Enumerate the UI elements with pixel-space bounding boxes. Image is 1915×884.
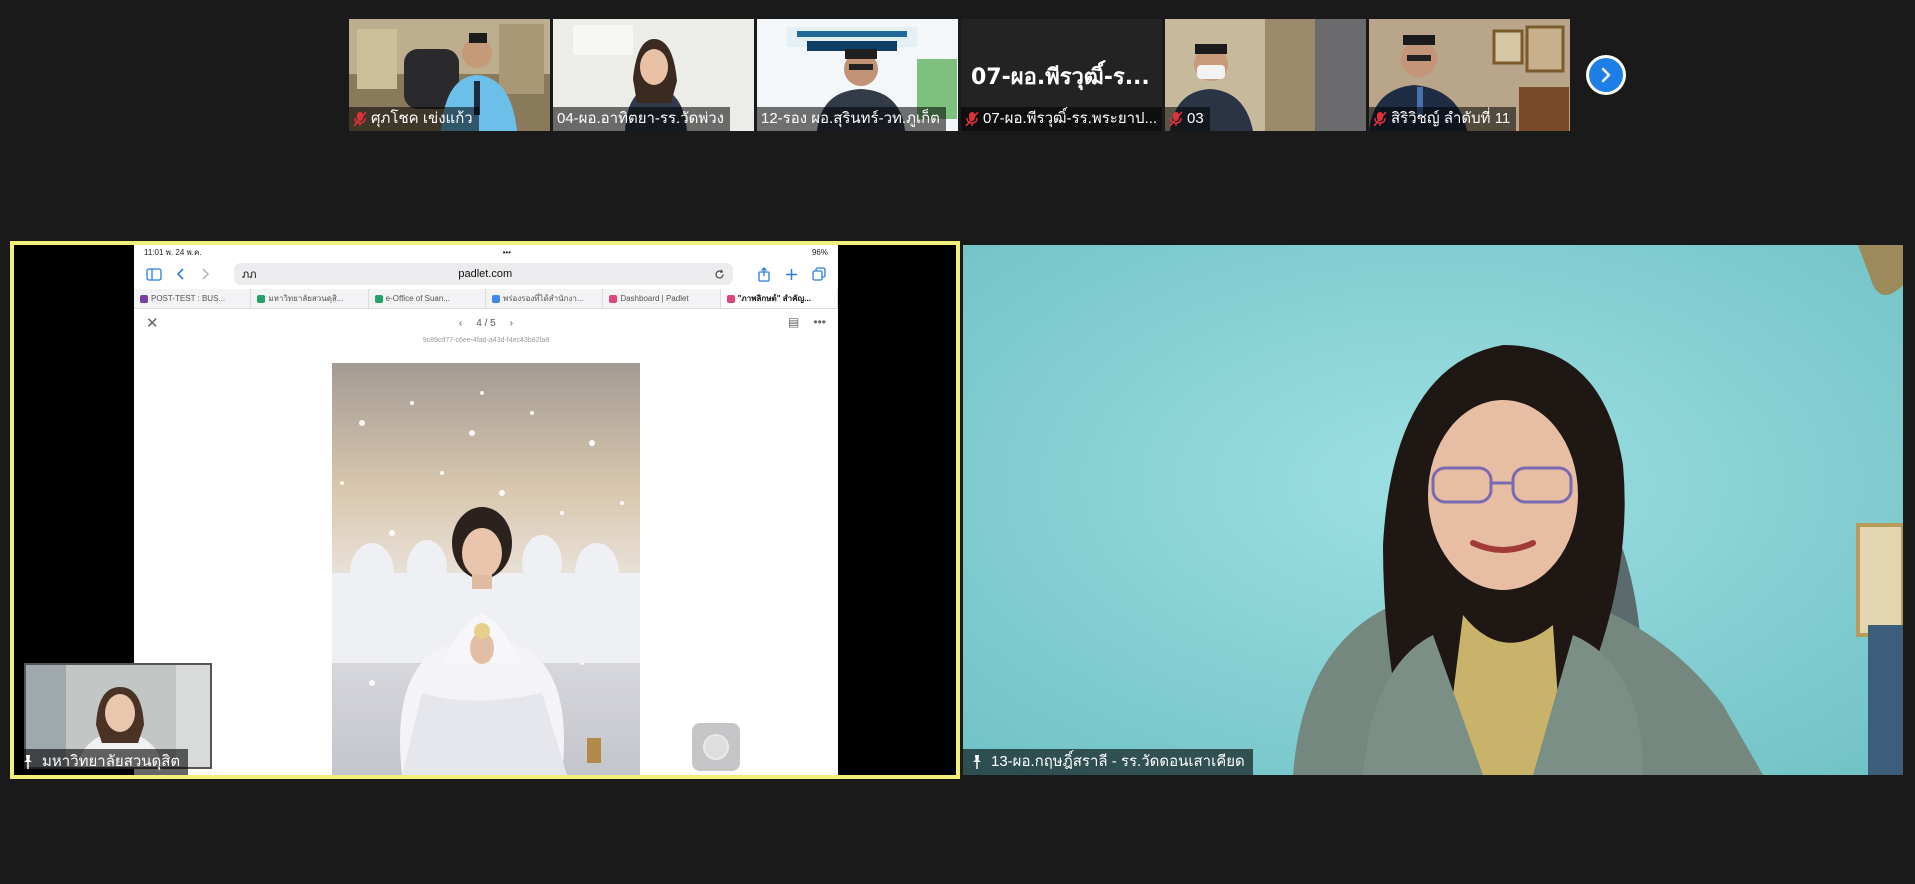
tab-favicon-icon [726,294,735,303]
participant-name-tag: 07-ผอ.พีรวุฒิ์-รร.พระยาป... [961,107,1162,131]
tabs-overview-icon[interactable] [812,267,826,281]
participant-name-tag: 12-รอง ผอ.สุรินทร์-วท.ภูเก็ต [757,107,946,131]
browser-tabs: POST-TEST : BUS... มหาวิทยาลัยสวนดุสิ...… [134,289,838,309]
browser-tab[interactable]: POST-TEST : BUS... [134,289,252,308]
browser-tab[interactable]: มหาวิทยาลัยสวนดุสิ... [251,289,369,308]
participant-thumbnail[interactable]: 03 [1165,19,1366,131]
participant-name-tag: 13-ผอ.กฤษฎิ์สราลี - รร.วัดดอนเสาเคียด [963,749,1253,775]
participant-name-tag: 03 [1165,107,1210,131]
active-speaker-tile[interactable]: 11:01 พ. 24 พ.ค. ••• 96% ภภ padlet.com P… [10,241,960,779]
sidebar-icon[interactable] [146,267,162,281]
video-feed [963,245,1903,775]
participant-name: ศุภโชค เข่งแก้ว [371,110,473,127]
participant-display-name: 07-ผอ.พีรวุฒิ์-ร... [971,65,1150,90]
url-domain: padlet.com [458,268,513,280]
participant-name-tag: 04-ผอ.อาทิตยา-รร.วัดพ่วง [553,107,730,131]
browser-toolbar: ภภ padlet.com [134,259,838,289]
browser-tab[interactable]: พร่องรองที่ได้สำนักงา... [486,289,604,308]
browser-tab[interactable]: e-Office of Suan... [369,289,486,308]
status-battery: 96% [811,247,828,257]
participant-thumbnail[interactable]: 12-รอง ผอ.สุรินทร์-วท.ภูเก็ต [757,19,958,131]
new-tab-icon[interactable] [785,268,798,281]
tab-favicon-icon [374,294,383,303]
chevron-right-icon [1601,67,1611,83]
participant-name: 07-ผอ.พีรวุฒิ์-รร.พระยาป... [983,110,1158,127]
participant-thumbnail[interactable]: 04-ผอ.อาทิตยา-รร.วัดพ่วง [553,19,754,131]
participant-name: สิริวิชญ์ ลำดับที่ 11 [1391,110,1511,127]
participant-name: 04-ผอ.อาทิตยา-รร.วัดพ่วง [557,110,724,127]
participant-strip: ศุภโชค เข่งแก้ว 04-ผอ.อาทิตยา-รร.วัดพ่วง [349,19,1570,131]
mic-off-icon [965,110,979,127]
tab-favicon-icon [140,294,148,303]
next-post-icon[interactable]: › [510,318,513,329]
mic-off-icon [1373,110,1387,127]
document-icon[interactable]: ▤ [788,315,799,329]
participant-name: 12-รอง ผอ.สุรินทร์-วท.ภูเก็ต [761,110,940,127]
tab-favicon-icon [257,294,266,303]
reload-icon[interactable] [714,268,725,280]
browser-tab-active[interactable]: "ภาพลิกษต์" สำคัญ... [720,289,838,308]
back-icon[interactable] [176,268,186,280]
post-pager: 4 / 5 [476,317,496,329]
participant-name-tag: มหาวิทยาลัยสวนดุสิต [14,749,189,775]
prev-post-icon[interactable]: ‹ [459,318,462,329]
forward-icon[interactable] [200,268,210,280]
tab-favicon-icon [609,294,618,303]
participant-name-tag: สิริวิชญ์ ลำดับที่ 11 [1369,107,1517,131]
participant-thumbnail[interactable]: ศุภโชค เข่งแก้ว [349,19,550,131]
participant-name-tag: ศุภโชค เข่งแก้ว [349,107,479,131]
close-icon[interactable]: ✕ [146,314,159,332]
floating-action-button[interactable] [692,723,740,771]
participant-name: 13-ผอ.กฤษฎิ์สราลี - รร.วัดดอนเสาเคียด [991,753,1245,770]
status-time-date: 11:01 พ. 24 พ.ค. [144,247,202,257]
ceremony-image [332,363,640,775]
participant-thumbnail[interactable]: 07-ผอ.พีรวุฒิ์-ร... 07-ผอ.พีรวุฒิ์-รร.พร… [961,19,1162,131]
device-status-bar: 11:01 พ. 24 พ.ค. ••• 96% [134,245,838,259]
reader-text-button[interactable]: ภภ [242,265,257,283]
post-photo [332,363,640,775]
mic-off-icon [353,110,367,127]
mic-off-icon [1169,110,1183,127]
shared-screen: 11:01 พ. 24 พ.ค. ••• 96% ภภ padlet.com P… [134,245,838,775]
capture-icon [703,734,729,760]
more-dots-icon: ••• [502,247,511,257]
next-participants-button[interactable] [1586,55,1626,95]
participant-thumbnail[interactable]: สิริวิชญ์ ลำดับที่ 11 [1369,19,1570,131]
tab-favicon-icon [491,294,500,303]
address-bar[interactable]: ภภ padlet.com [234,263,733,285]
share-icon[interactable] [757,266,771,282]
participant-name: 03 [1187,110,1204,127]
more-options-icon[interactable]: ••• [813,315,826,329]
browser-tab[interactable]: Dashboard | Padlet [603,289,721,308]
pin-icon [24,755,32,769]
participant-video-tile[interactable]: 13-ผอ.กฤษฎิ์สราลี - รร.วัดดอนเสาเคียด [963,245,1903,775]
post-id: 9c89cd77-c6ee-4fad-a43d-f4ec43b82fa8 [422,337,550,344]
padlet-post-toolbar: ✕ ‹ 4 / 5 › ▤ ••• [134,309,838,337]
participant-name: มหาวิทยาลัยสวนดุสิต [42,753,181,770]
pin-icon [973,755,981,769]
